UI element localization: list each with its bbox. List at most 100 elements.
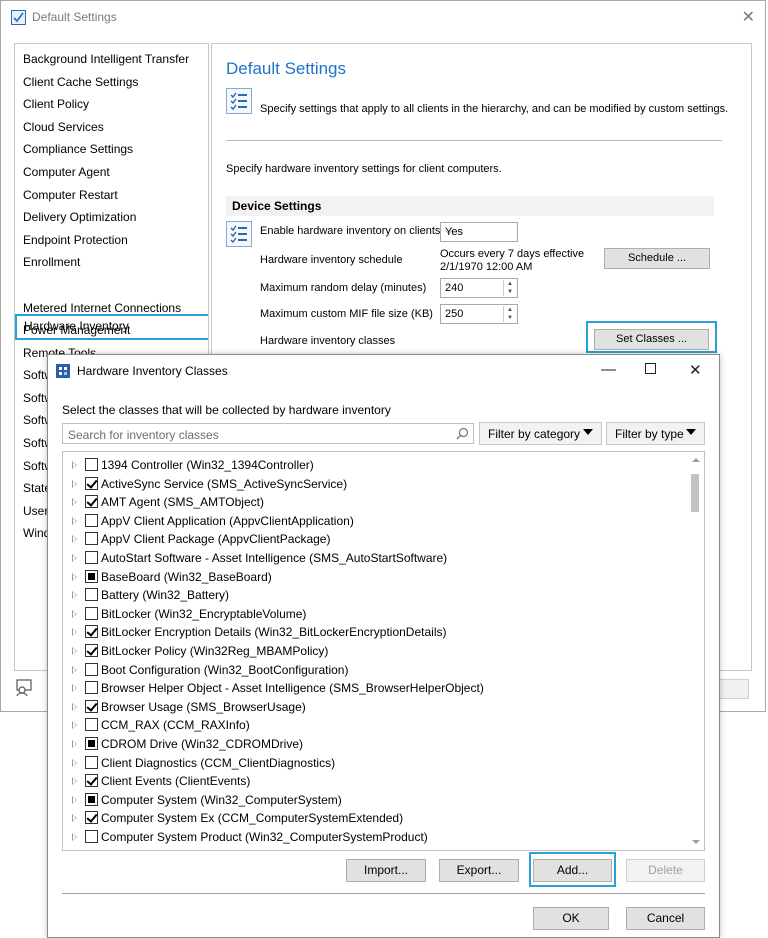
- class-checkbox[interactable]: [85, 458, 98, 471]
- sidebar-item-computer-restart[interactable]: Computer Restart: [23, 186, 118, 204]
- add-button[interactable]: Add...: [533, 859, 612, 882]
- expand-arrow-icon[interactable]: [72, 758, 77, 767]
- spinner-arrows-icon[interactable]: ▲ ▼: [503, 280, 516, 296]
- filter-by-category-dropdown[interactable]: Filter by category: [479, 422, 602, 445]
- maximize-icon[interactable]: [645, 363, 656, 374]
- class-list-item[interactable]: Browser Helper Object - Asset Intelligen…: [63, 679, 688, 698]
- import-button[interactable]: Import...: [346, 859, 426, 882]
- expand-arrow-icon[interactable]: [72, 609, 77, 618]
- class-checkbox[interactable]: [85, 532, 98, 546]
- class-list-item[interactable]: ActiveSync Service (SMS_ActiveSyncServic…: [63, 475, 688, 494]
- set-classes-button[interactable]: Set Classes ...: [594, 329, 709, 350]
- sidebar-item-compliance-settings[interactable]: Compliance Settings: [23, 140, 133, 158]
- class-search-input[interactable]: Search for inventory classes: [62, 423, 474, 444]
- class-checkbox[interactable]: [85, 699, 98, 713]
- class-list-item[interactable]: CDROM Drive (Win32_CDROMDrive): [63, 735, 688, 754]
- expand-arrow-icon[interactable]: [72, 647, 77, 655]
- expand-arrow-icon[interactable]: [72, 795, 77, 804]
- spinner-arrows-icon[interactable]: ▲ ▼: [503, 306, 516, 322]
- expand-arrow-icon[interactable]: [72, 572, 77, 581]
- sidebar-item-computer-agent[interactable]: Computer Agent: [23, 163, 110, 181]
- sidebar-item-cloud-services[interactable]: Cloud Services: [23, 118, 104, 136]
- class-list-item[interactable]: CCM_RAX (CCM_RAXInfo): [63, 716, 688, 735]
- class-checkbox[interactable]: [85, 792, 98, 806]
- class-checkbox[interactable]: [85, 774, 98, 788]
- class-checkbox[interactable]: [85, 551, 98, 564]
- schedule-button[interactable]: Schedule ...: [604, 248, 710, 269]
- minimize-icon[interactable]: —: [601, 361, 616, 378]
- class-checkbox[interactable]: [85, 662, 98, 676]
- class-checkbox[interactable]: [85, 811, 98, 825]
- class-checkbox[interactable]: [85, 737, 98, 750]
- class-list-item[interactable]: BitLocker Policy (Win32Reg_MBAMPolicy): [63, 642, 688, 661]
- filter-by-type-dropdown[interactable]: Filter by type: [606, 422, 705, 445]
- class-checkbox[interactable]: [85, 476, 98, 490]
- export-button[interactable]: Export...: [439, 859, 519, 882]
- expand-arrow-icon[interactable]: [72, 461, 77, 469]
- expand-arrow-icon[interactable]: [72, 833, 77, 841]
- expand-arrow-icon[interactable]: [72, 479, 77, 488]
- expand-arrow-icon[interactable]: [72, 498, 77, 507]
- close-icon[interactable]: ✕: [689, 361, 702, 379]
- sidebar-item-enrollment[interactable]: Enrollment: [23, 253, 80, 271]
- class-list-item[interactable]: AutoStart Software - Asset Intelligence …: [63, 549, 688, 568]
- enable-hw-inventory-select[interactable]: Yes ⌵: [440, 222, 518, 242]
- sidebar-item-client-cache-settings[interactable]: Client Cache Settings: [23, 73, 138, 91]
- sidebar-item-delivery-optimization[interactable]: Delivery Optimization: [23, 208, 136, 226]
- class-checkbox[interactable]: [85, 681, 98, 695]
- class-list-item[interactable]: BitLocker (Win32_EncryptableVolume): [63, 605, 688, 624]
- class-list-item[interactable]: Computer System Ex (CCM_ComputerSystemEx…: [63, 809, 688, 828]
- user-assist-icon[interactable]: [15, 679, 35, 700]
- class-list-item[interactable]: Battery (Win32_Battery): [63, 586, 688, 605]
- expand-arrow-icon[interactable]: [72, 591, 77, 600]
- expand-arrow-icon[interactable]: [72, 777, 77, 786]
- scroll-up-icon[interactable]: [692, 458, 700, 462]
- mif-size-spinner[interactable]: 250 ▲ ▼: [440, 304, 518, 324]
- class-checkbox[interactable]: [85, 569, 98, 583]
- class-list-item[interactable]: Computer System (Win32_ComputerSystem): [63, 791, 688, 810]
- ok-button[interactable]: OK: [533, 907, 609, 930]
- expand-arrow-icon[interactable]: [72, 516, 77, 525]
- class-list-item[interactable]: Browser Usage (SMS_BrowserUsage): [63, 698, 688, 717]
- delete-button[interactable]: Delete: [626, 859, 705, 882]
- scroll-down-icon[interactable]: [692, 840, 700, 844]
- expand-arrow-icon[interactable]: [72, 721, 77, 730]
- random-delay-spinner[interactable]: 240 ▲ ▼: [440, 278, 518, 298]
- sidebar-item-user[interactable]: User: [23, 502, 48, 520]
- sidebar-item-metered-internet-connections[interactable]: Metered Internet Connections: [23, 299, 181, 317]
- expand-arrow-icon[interactable]: [72, 702, 77, 711]
- scrollbar-thumb[interactable]: [691, 474, 699, 512]
- sidebar-item-background-intelligent-transfer[interactable]: Background Intelligent Transfer: [23, 50, 189, 68]
- expand-arrow-icon[interactable]: [72, 684, 77, 693]
- class-checkbox[interactable]: [85, 644, 98, 657]
- expand-arrow-icon[interactable]: [72, 535, 77, 544]
- expand-arrow-icon[interactable]: [72, 814, 77, 823]
- class-checkbox[interactable]: [85, 513, 98, 527]
- class-checkbox[interactable]: [85, 495, 98, 509]
- class-list-item[interactable]: AppV Client Package (AppvClientPackage): [63, 530, 688, 549]
- class-checkbox[interactable]: [85, 718, 98, 732]
- class-list-item[interactable]: AppV Client Application (AppvClientAppli…: [63, 512, 688, 531]
- sidebar-item-client-policy[interactable]: Client Policy: [23, 95, 89, 113]
- class-list-item[interactable]: Boot Configuration (Win32_BootConfigurat…: [63, 661, 688, 680]
- close-icon[interactable]: ✕: [742, 7, 755, 27]
- sidebar-item-power-management[interactable]: Power Management: [23, 321, 130, 339]
- expand-arrow-icon[interactable]: [72, 554, 77, 562]
- class-checkbox[interactable]: [85, 606, 98, 620]
- class-checkbox[interactable]: [85, 625, 98, 639]
- cancel-button[interactable]: Cancel: [626, 907, 705, 930]
- window-footer-button[interactable]: [717, 679, 749, 699]
- vertical-scrollbar[interactable]: [687, 452, 704, 850]
- class-list-item[interactable]: BitLocker Encryption Details (Win32_BitL…: [63, 623, 688, 642]
- class-list-item[interactable]: BaseBoard (Win32_BaseBoard): [63, 568, 688, 587]
- class-checkbox[interactable]: [85, 588, 98, 602]
- class-checkbox[interactable]: [85, 830, 98, 843]
- expand-arrow-icon[interactable]: [72, 628, 77, 637]
- class-list-item[interactable]: Client Diagnostics (CCM_ClientDiagnostic…: [63, 754, 688, 773]
- sidebar-item-endpoint-protection[interactable]: Endpoint Protection: [23, 231, 128, 249]
- class-list-item[interactable]: Computer System Product (Win32_ComputerS…: [63, 828, 688, 847]
- class-list-item[interactable]: 1394 Controller (Win32_1394Controller): [63, 456, 688, 475]
- inventory-class-list[interactable]: Computer System Product (Win32_ComputerS…: [62, 451, 705, 851]
- expand-arrow-icon[interactable]: [72, 740, 77, 748]
- class-list-item[interactable]: Client Events (ClientEvents): [63, 772, 688, 791]
